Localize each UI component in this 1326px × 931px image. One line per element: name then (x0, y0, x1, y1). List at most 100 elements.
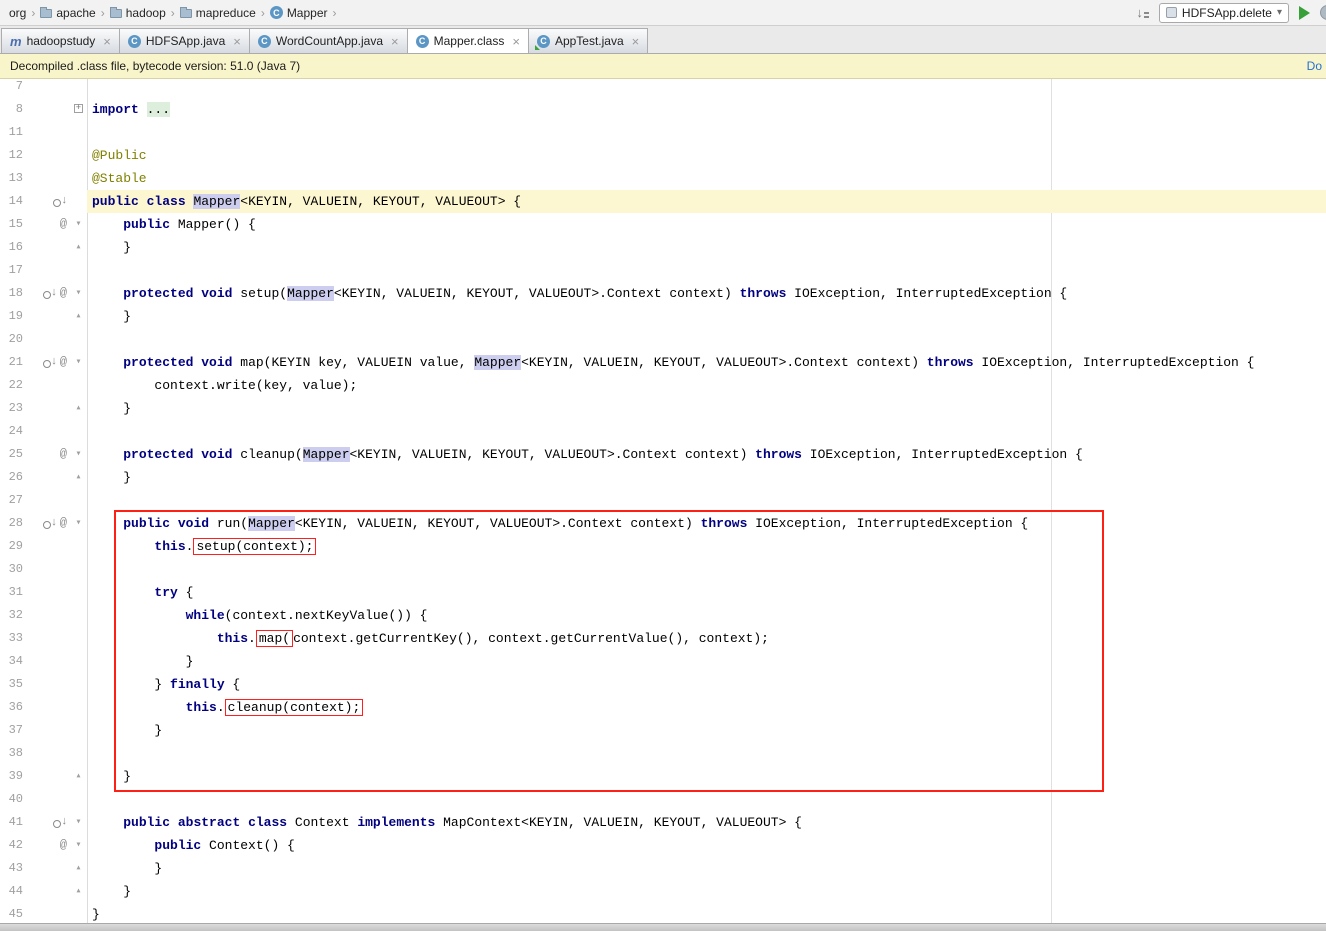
code-line[interactable]: 42@▾ public Context() { (0, 834, 1326, 857)
fold-marker[interactable] (70, 489, 87, 512)
fold-marker[interactable] (70, 190, 87, 213)
fold-marker[interactable] (70, 627, 87, 650)
code-line[interactable]: 32 while(context.nextKeyValue()) { (0, 604, 1326, 627)
code-text[interactable]: public void run(Mapper<KEYIN, VALUEIN, K… (87, 512, 1326, 535)
code-text[interactable]: while(context.nextKeyValue()) { (87, 604, 1326, 627)
code-line[interactable]: 23▴ } (0, 397, 1326, 420)
horizontal-scrollbar[interactable] (0, 923, 1326, 931)
code-text[interactable]: context.write(key, value); (87, 374, 1326, 397)
code-line[interactable]: 33 this.map(context.getCurrentKey(), con… (0, 627, 1326, 650)
code-text[interactable]: import ... (87, 98, 1326, 121)
line-number[interactable]: 16 (0, 236, 26, 259)
line-number[interactable]: 15 (0, 213, 26, 236)
fold-marker[interactable]: ▾ (70, 811, 87, 834)
line-number[interactable]: 25 (0, 443, 26, 466)
line-number[interactable]: 36 (0, 696, 26, 719)
fold-marker[interactable] (70, 788, 87, 811)
close-icon[interactable]: × (632, 35, 640, 48)
line-number[interactable]: 28 (0, 512, 26, 535)
code-text[interactable]: this.cleanup(context); (87, 696, 1326, 719)
line-number[interactable]: 8 (0, 98, 26, 121)
code-text[interactable] (87, 420, 1326, 443)
line-number[interactable]: 22 (0, 374, 26, 397)
external-annotation-icon[interactable]: @ (60, 287, 67, 300)
external-annotation-icon[interactable]: @ (60, 218, 67, 231)
code-text[interactable] (87, 259, 1326, 282)
fold-marker[interactable] (70, 742, 87, 765)
code-line[interactable]: 20 (0, 328, 1326, 351)
line-number[interactable]: 42 (0, 834, 26, 857)
line-number[interactable]: 18 (0, 282, 26, 305)
code-text[interactable] (87, 79, 1326, 98)
code-line[interactable]: 40 (0, 788, 1326, 811)
line-number[interactable]: 23 (0, 397, 26, 420)
fold-plus-icon[interactable]: + (74, 104, 83, 113)
line-number[interactable]: 26 (0, 466, 26, 489)
fold-marker[interactable] (70, 144, 87, 167)
line-number[interactable]: 39 (0, 765, 26, 788)
breadcrumb-item-org[interactable]: org (8, 5, 27, 21)
code-line[interactable]: 24 (0, 420, 1326, 443)
fold-marker[interactable] (70, 374, 87, 397)
tab-hadoopstudy[interactable]: mhadoopstudy× (1, 28, 120, 53)
code-text[interactable]: public Mapper() { (87, 213, 1326, 236)
code-line[interactable]: 21@▾ protected void map(KEYIN key, VALUE… (0, 351, 1326, 374)
code-line[interactable]: 27 (0, 489, 1326, 512)
code-line[interactable]: 41▾ public abstract class Context implem… (0, 811, 1326, 834)
override-marker-icon[interactable] (53, 195, 67, 208)
close-icon[interactable]: × (233, 35, 241, 48)
code-line[interactable]: 30 (0, 558, 1326, 581)
code-text[interactable] (87, 742, 1326, 765)
fold-marker[interactable] (70, 535, 87, 558)
override-marker-icon[interactable] (43, 287, 57, 300)
line-number[interactable]: 14 (0, 190, 26, 213)
fold-marker[interactable] (70, 121, 87, 144)
code-text[interactable]: } (87, 397, 1326, 420)
code-text[interactable]: } (87, 857, 1326, 880)
override-marker-icon[interactable] (43, 356, 57, 369)
code-line[interactable]: 12 @Public (0, 144, 1326, 167)
code-line[interactable]: 25@▾ protected void cleanup(Mapper<KEYIN… (0, 443, 1326, 466)
fold-marker[interactable]: ▴ (70, 466, 87, 489)
code-text[interactable]: } (87, 650, 1326, 673)
override-marker-icon[interactable] (53, 816, 67, 829)
line-number[interactable]: 34 (0, 650, 26, 673)
line-number[interactable]: 38 (0, 742, 26, 765)
breadcrumb-item-mapreduce[interactable]: mapreduce (179, 5, 257, 21)
code-text[interactable]: protected void cleanup(Mapper<KEYIN, VAL… (87, 443, 1326, 466)
code-line[interactable]: 17 (0, 259, 1326, 282)
fold-marker[interactable]: ▴ (70, 880, 87, 903)
fold-marker[interactable]: ▴ (70, 236, 87, 259)
code-line[interactable]: 16▴ } (0, 236, 1326, 259)
external-annotation-icon[interactable]: @ (60, 839, 67, 852)
tab-wordcountapp-java[interactable]: CWordCountApp.java× (249, 28, 408, 53)
fold-marker[interactable]: + (70, 98, 87, 121)
code-text[interactable] (87, 328, 1326, 351)
breadcrumb-item-hadoop[interactable]: hadoop (109, 5, 167, 21)
down-arrow-lines-icon[interactable]: ↓ (1136, 5, 1149, 20)
code-text[interactable]: public class Mapper<KEYIN, VALUEIN, KEYO… (87, 190, 1326, 213)
line-number[interactable]: 20 (0, 328, 26, 351)
fold-marker[interactable]: ▴ (70, 765, 87, 788)
close-icon[interactable]: × (103, 35, 111, 48)
fold-marker[interactable]: ▾ (70, 443, 87, 466)
code-line[interactable]: 44▴ } (0, 880, 1326, 903)
line-number[interactable]: 31 (0, 581, 26, 604)
line-number[interactable]: 44 (0, 880, 26, 903)
close-icon[interactable]: × (512, 35, 520, 48)
code-line[interactable]: 11 (0, 121, 1326, 144)
code-text[interactable]: } (87, 466, 1326, 489)
line-number[interactable]: 12 (0, 144, 26, 167)
code-line[interactable]: 26 ▴ } (0, 466, 1326, 489)
code-text[interactable]: } (87, 719, 1326, 742)
line-number[interactable]: 33 (0, 627, 26, 650)
fold-marker[interactable] (70, 696, 87, 719)
code-text[interactable]: @Public (87, 144, 1326, 167)
breadcrumb-item-apache[interactable]: apache (39, 5, 96, 21)
fold-marker[interactable]: ▾ (70, 351, 87, 374)
fold-marker[interactable] (70, 581, 87, 604)
fold-marker[interactable] (70, 420, 87, 443)
fold-marker[interactable] (70, 719, 87, 742)
code-line[interactable]: 39▴ } (0, 765, 1326, 788)
fold-marker[interactable]: ▾ (70, 512, 87, 535)
